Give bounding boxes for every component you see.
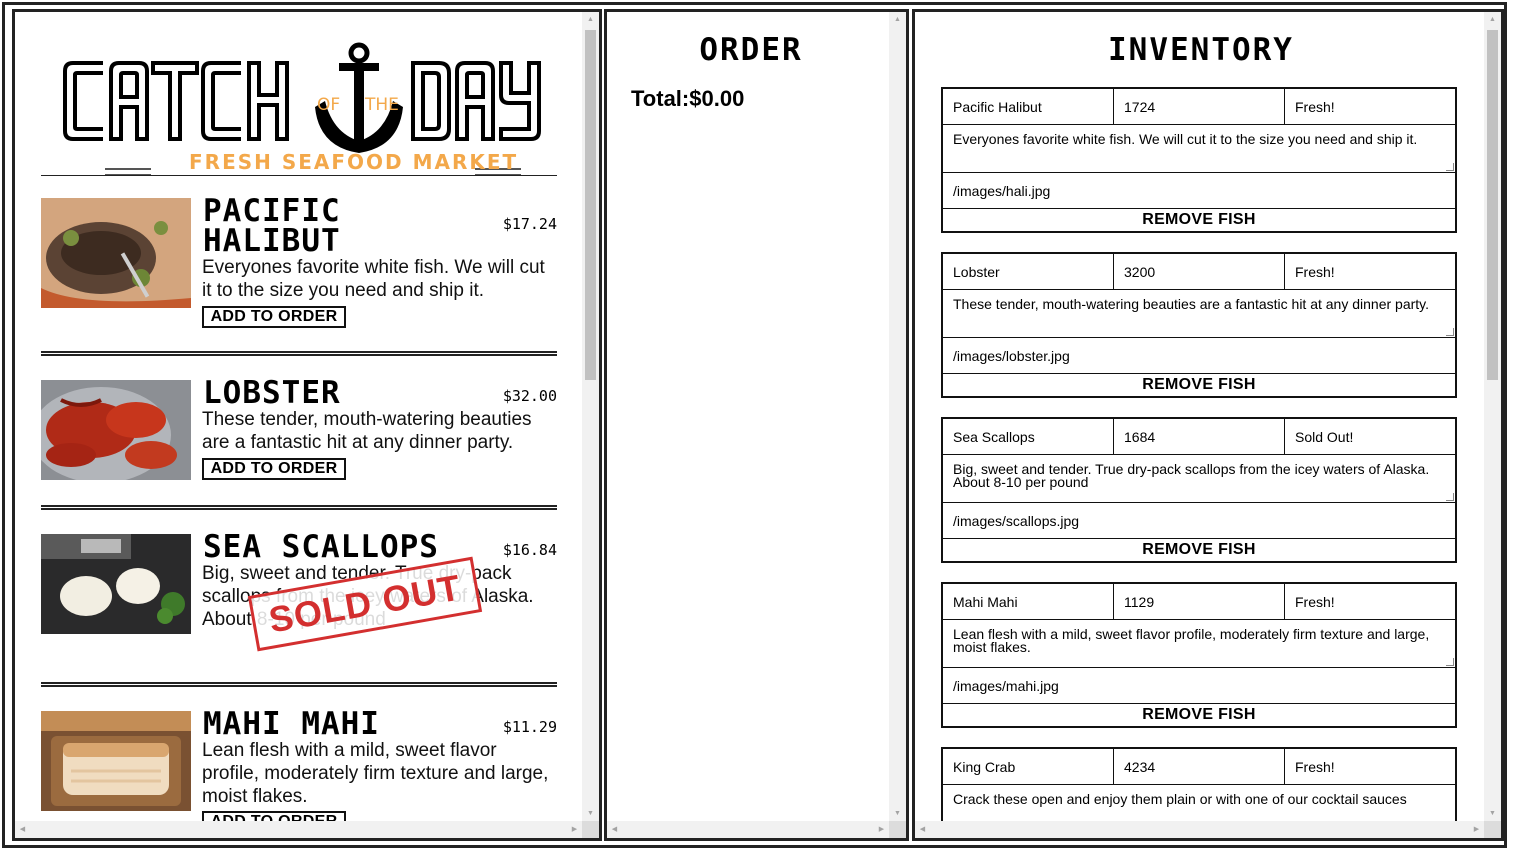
fish-name-field[interactable]: Pacific Halibut [943, 89, 1114, 124]
inventory-fish-form: Lobster 3200 Fresh! These tender, mouth-… [941, 252, 1457, 398]
resize-grip-icon[interactable] [1446, 328, 1454, 336]
scrollbar-thumb[interactable] [585, 30, 596, 380]
menu-divider [41, 175, 557, 176]
inventory-title: INVENTORY [1108, 32, 1294, 68]
fish-image-field[interactable]: /images/scallops.jpg [943, 503, 1455, 539]
resize-grip-icon[interactable] [1446, 163, 1454, 171]
menu-fish-item: LOBSTER $32.00 These tender, mouth-water… [41, 375, 557, 490]
remove-fish-button[interactable]: REMOVE FISH [943, 374, 1455, 396]
fish-price: $17.24 [502, 215, 557, 233]
catch-of-the-day-logo: OF THE FRESH SEAFOOD MARKET [55, 37, 555, 177]
scroll-down-arrow-icon[interactable]: ▼ [1484, 806, 1501, 821]
inventory-fish-form: Sea Scallops 1684 Sold Out! Big, sweet a… [941, 417, 1457, 563]
fish-name: SEA SCALLOPS [203, 529, 439, 565]
add-to-order-button[interactable]: ADD TO ORDER [202, 306, 346, 328]
scroll-down-arrow-icon[interactable]: ▼ [889, 806, 906, 821]
fish-image-lobster [41, 380, 191, 480]
inventory-panel: INVENTORY Pacific Halibut 1724 Fresh! Ev… [912, 9, 1504, 841]
fish-desc-text: Everyones favorite white fish. We will c… [953, 131, 1418, 147]
fish-status-select[interactable]: Fresh! [1285, 749, 1455, 784]
logo-the: THE [365, 95, 399, 115]
fish-desc-text: Crack these open and enjoy them plain or… [953, 791, 1407, 807]
fish-description: These tender, mouth-watering beauties ar… [202, 409, 532, 453]
fish-image-field[interactable]: /images/mahi.jpg [943, 668, 1455, 704]
fish-name: MAHI MAHI [203, 706, 380, 742]
fish-desc-text: These tender, mouth-watering beauties ar… [953, 296, 1430, 312]
fish-price: $16.84 [502, 541, 557, 559]
fish-image-halibut [41, 198, 191, 308]
inventory-vertical-scrollbar[interactable]: ▲ ▼ [1484, 12, 1501, 821]
fish-name-field[interactable]: Lobster [943, 254, 1114, 289]
order-horizontal-scrollbar[interactable]: ◀ ▶ [607, 821, 889, 838]
scroll-right-arrow-icon[interactable]: ▶ [567, 821, 582, 838]
fish-image-field[interactable]: /images/hali.jpg [943, 173, 1455, 209]
fish-price-field[interactable]: 1684 [1114, 419, 1285, 454]
fish-price-field[interactable]: 1129 [1114, 584, 1285, 619]
fish-image-mahi-mahi [41, 711, 191, 811]
order-panel: ORDER Total:$0.00 ▲ ▼ ◀ ▶ [604, 9, 909, 841]
menu-divider [41, 505, 557, 510]
fish-price: $32.00 [502, 387, 557, 405]
order-total: Total:$0.00 [631, 86, 745, 111]
scroll-up-arrow-icon[interactable]: ▲ [889, 12, 906, 27]
fish-name-field[interactable]: Sea Scallops [943, 419, 1114, 454]
fish-name: LOBSTER [203, 375, 341, 411]
scroll-up-arrow-icon[interactable]: ▲ [1484, 12, 1501, 27]
scroll-left-arrow-icon[interactable]: ◀ [607, 821, 622, 838]
logo-tagline: FRESH SEAFOOD MARKET [189, 150, 519, 174]
fish-desc-textarea[interactable]: These tender, mouth-watering beauties ar… [943, 290, 1455, 338]
menu-fish-item: MAHI MAHI $11.29 Lean flesh with a mild,… [41, 706, 557, 833]
fish-status-select[interactable]: Fresh! [1285, 254, 1455, 289]
scroll-down-arrow-icon[interactable]: ▼ [582, 806, 599, 821]
menu-fish-item: PACIFIC HALIBUT $17.24 Everyones favorit… [41, 193, 557, 338]
remove-fish-button[interactable]: REMOVE FISH [943, 209, 1455, 231]
remove-fish-button[interactable]: REMOVE FISH [943, 704, 1455, 726]
add-to-order-button[interactable]: ADD TO ORDER [202, 458, 346, 480]
scrollbar-corner [889, 821, 906, 838]
inventory-fish-form: Mahi Mahi 1129 Fresh! Lean flesh with a … [941, 582, 1457, 728]
inventory-horizontal-scrollbar[interactable]: ◀ ▶ [915, 821, 1484, 838]
remove-fish-button[interactable]: REMOVE FISH [943, 539, 1455, 561]
fish-description: Lean flesh with a mild, sweet flavor pro… [202, 740, 549, 807]
inventory-fish-form: Pacific Halibut 1724 Fresh! Everyones fa… [941, 87, 1457, 233]
scrollbar-corner [1484, 821, 1501, 838]
scrollbar-corner [582, 821, 599, 838]
fish-desc-textarea[interactable]: Everyones favorite white fish. We will c… [943, 125, 1455, 173]
fish-name: PACIFIC HALIBUT [203, 193, 341, 259]
fish-name-field[interactable]: King Crab [943, 749, 1114, 784]
order-title: ORDER [699, 32, 803, 68]
fish-desc-text: Big, sweet and tender. True dry-pack sca… [953, 461, 1430, 490]
scroll-right-arrow-icon[interactable]: ▶ [1469, 821, 1484, 838]
fish-name-field[interactable]: Mahi Mahi [943, 584, 1114, 619]
scroll-up-arrow-icon[interactable]: ▲ [582, 12, 599, 27]
menu-panel: OF THE FRESH SEAFOOD MARKET PACIFIC HALI… [12, 9, 602, 841]
fish-desc-textarea[interactable]: Big, sweet and tender. True dry-pack sca… [943, 455, 1455, 503]
scroll-right-arrow-icon[interactable]: ▶ [874, 821, 889, 838]
fish-price-field[interactable]: 4234 [1114, 749, 1285, 784]
fish-desc-textarea[interactable]: Lean flesh with a mild, sweet flavor pro… [943, 620, 1455, 668]
fish-status-select[interactable]: Sold Out! [1285, 419, 1455, 454]
fish-price-field[interactable]: 1724 [1114, 89, 1285, 124]
fish-status-select[interactable]: Fresh! [1285, 89, 1455, 124]
fish-image-scallops [41, 534, 191, 634]
menu-divider [41, 351, 557, 356]
fish-description: Everyones favorite white fish. We will c… [202, 257, 545, 301]
resize-grip-icon[interactable] [1446, 658, 1454, 666]
fish-price-field[interactable]: 3200 [1114, 254, 1285, 289]
menu-divider [41, 682, 557, 687]
fish-desc-text: Lean flesh with a mild, sweet flavor pro… [953, 626, 1430, 655]
fish-status-select[interactable]: Fresh! [1285, 584, 1455, 619]
menu-horizontal-scrollbar[interactable]: ◀ ▶ [15, 821, 582, 838]
resize-grip-icon[interactable] [1446, 493, 1454, 501]
menu-vertical-scrollbar[interactable]: ▲ ▼ [582, 12, 599, 821]
scroll-left-arrow-icon[interactable]: ◀ [15, 821, 30, 838]
fish-image-field[interactable]: /images/lobster.jpg [943, 338, 1455, 374]
fish-price: $11.29 [502, 718, 557, 736]
logo-of: OF [317, 95, 341, 115]
order-vertical-scrollbar[interactable]: ▲ ▼ [889, 12, 906, 821]
menu-fish-item: SEA SCALLOPS $16.84 Big, sweet and tende… [41, 529, 557, 664]
scroll-left-arrow-icon[interactable]: ◀ [915, 821, 930, 838]
scrollbar-thumb[interactable] [1487, 30, 1498, 380]
app-frame: OF THE FRESH SEAFOOD MARKET PACIFIC HALI… [0, 0, 1515, 852]
